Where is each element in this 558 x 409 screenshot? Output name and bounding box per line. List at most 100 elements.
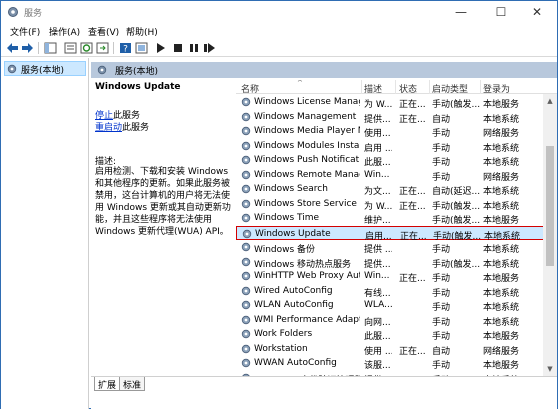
service-description: 此服... <box>364 332 391 342</box>
service-name: Windows Store Service (... <box>254 198 360 209</box>
service-logon-as: 本地系统 <box>483 114 520 125</box>
service-row[interactable]: Windows 移动热点服务 提供... 手动(触发... 本地系统 <box>236 255 557 270</box>
services-list: 名称 ^ 描述 状态 启动类型 登录为 Windows License Mana… <box>236 80 557 376</box>
refresh-icon[interactable] <box>80 42 93 54</box>
service-row[interactable]: Windows Remote Manag... Win... 手动 网络服务 <box>236 168 557 183</box>
service-startup-type: 手动 <box>432 274 451 284</box>
help-icon[interactable]: ? <box>119 42 132 54</box>
stop-icon[interactable] <box>171 42 184 54</box>
start-icon[interactable] <box>154 42 167 54</box>
service-name: Windows Management I... <box>254 111 360 122</box>
service-gear-icon <box>241 344 251 353</box>
service-logon-as: 本地系统 <box>483 303 520 313</box>
service-row[interactable]: WMI Performance Adapt... 向网... 手动 本地系统 <box>236 313 557 328</box>
service-name: Windows Search <box>254 184 328 194</box>
close-button[interactable]: ✕ <box>517 1 557 23</box>
selected-service-title: Windows Update <box>95 82 181 92</box>
service-row[interactable]: Workstation 使用 ... 正在... 自动 网络服务 <box>236 342 557 357</box>
scroll-up-icon[interactable]: ▲ <box>543 94 557 108</box>
restart-service-suffix: 此服务 <box>122 123 150 133</box>
column-description[interactable]: 描述 <box>364 82 382 95</box>
export-icon[interactable] <box>96 42 109 54</box>
maximize-button[interactable]: ☐ <box>481 1 521 23</box>
service-description: 该服... <box>364 361 391 371</box>
service-row[interactable]: Work Folders 此服... 手动 本地服务 <box>236 327 557 342</box>
column-status[interactable]: 状态 <box>399 82 417 95</box>
pause-icon[interactable] <box>187 42 200 54</box>
service-description: 此服... <box>364 158 391 168</box>
column-name[interactable]: 名称 <box>241 82 259 95</box>
service-row[interactable]: Windows License Manag... 为 W... 正在... 手动(触发… <box>236 95 557 110</box>
service-logon-as: 本地系统 <box>483 317 520 328</box>
service-description: 提供... <box>364 114 391 125</box>
service-name: Windows Remote Manag... <box>254 169 360 180</box>
forward-icon[interactable] <box>21 42 34 54</box>
service-description: Win... <box>364 271 390 281</box>
menu-help[interactable]: 帮助(H) <box>126 25 158 38</box>
title-bar[interactable]: 服务 — ☐ ✕ <box>1 1 557 23</box>
services-app-icon <box>8 7 18 17</box>
service-gear-icon <box>241 242 251 252</box>
service-name: Workstation <box>254 343 308 354</box>
tab-extended[interactable]: 扩展 <box>94 377 121 391</box>
service-gear-icon <box>241 126 251 136</box>
service-startup-type: 手动 <box>432 129 451 139</box>
minimize-button[interactable]: — <box>441 1 481 23</box>
service-row[interactable]: Windows Search 为文... 正在... 自动(延迟... 本地系统 <box>236 182 557 197</box>
service-startup-type: 手动 <box>432 332 451 342</box>
vertical-scrollbar[interactable]: ▲ ▼ <box>543 94 557 376</box>
tree-node-services-local[interactable]: 服务(本地) <box>4 61 86 76</box>
menu-action[interactable]: 操作(A) <box>49 25 80 38</box>
column-logon-as[interactable]: 登录为 <box>483 82 510 95</box>
menu-view[interactable]: 查看(V) <box>88 25 119 38</box>
service-row[interactable]: Windows Management I... 提供... 正在... 自动 本地系统 <box>236 110 557 125</box>
service-row[interactable]: Wired AutoConfig 有线... 手动 本地系统 <box>236 284 557 299</box>
service-description: Win... <box>364 169 390 180</box>
view-icon[interactable] <box>135 42 148 54</box>
column-startup-type[interactable]: 启动类型 <box>432 82 468 95</box>
back-icon[interactable] <box>6 42 19 54</box>
service-startup-type: 手动 <box>432 361 451 371</box>
service-row-selected[interactable]: Windows Update 启用... 正在... 手动(触发... 本地系统 <box>236 225 557 242</box>
service-name: WMI Performance Adapt... <box>254 314 360 325</box>
service-description: 为 W... <box>364 100 392 110</box>
service-logon-as: 本地系统 <box>483 143 520 154</box>
service-description: 向网... <box>364 317 391 328</box>
service-row[interactable]: WinHTTP Web Proxy Aut... Win... 正在... 手动 本地服… <box>236 269 557 284</box>
service-gear-icon <box>242 229 252 238</box>
tree-node-label: 服务(本地) <box>21 66 65 76</box>
service-startup-type: 手动(触发... <box>432 201 480 212</box>
service-row[interactable]: Windows Time 维护... 手动(触发... 本地服务 <box>236 211 557 226</box>
services-gear-icon <box>7 64 17 74</box>
service-gear-icon <box>241 97 251 107</box>
service-description: 提供 ... <box>364 245 392 255</box>
menu-file[interactable]: 文件(F) <box>10 25 40 38</box>
service-row[interactable]: Windows Store Service (... 为 W... 正在... 手动(… <box>236 197 557 212</box>
service-gear-icon <box>241 141 251 150</box>
details-panel: Windows Update 停止此服务 重启动此服务 描述: 启用检测、下载和… <box>91 80 236 376</box>
scroll-down-icon[interactable]: ▼ <box>543 362 557 376</box>
service-startup-type: 自动 <box>432 346 451 357</box>
service-description: 有线... <box>364 288 391 299</box>
properties-icon[interactable] <box>64 42 77 54</box>
service-gear-icon <box>241 257 251 266</box>
restart-icon[interactable] <box>203 42 216 54</box>
console-tree: 服务(本地) <box>1 58 89 409</box>
service-status: 正在... <box>399 100 426 110</box>
service-row[interactable]: Windows Media Player N... 使用... 手动 网络服务 <box>236 124 557 139</box>
tab-standard[interactable]: 标准 <box>119 377 146 391</box>
service-row[interactable]: WLAN AutoConfig WLA... 手动 本地系统 <box>236 298 557 313</box>
service-name: Windows Update <box>255 228 331 239</box>
service-startup-type: 手动 <box>432 172 451 183</box>
service-row[interactable]: Windows Push Notificati... 此服... 手动 本地系统 <box>236 153 557 168</box>
service-row[interactable]: Windows Modules Install... 启用 ... 手动 本地系统 <box>236 139 557 154</box>
service-name: Windows Time <box>254 213 320 223</box>
service-status: 正在... <box>399 274 426 284</box>
restart-service-link[interactable]: 重启动 <box>95 123 122 133</box>
service-startup-type: 手动(触发... <box>432 100 480 110</box>
scroll-thumb[interactable] <box>546 146 554 266</box>
console-tree-icon[interactable] <box>44 42 57 54</box>
service-row[interactable]: WWAN AutoConfig 该服... 手动 本地服务 <box>236 356 557 371</box>
pane-header: 服务(本地) <box>91 62 557 78</box>
service-row[interactable]: Windows 备份 提供 ... 手动 本地系统 <box>236 240 557 255</box>
